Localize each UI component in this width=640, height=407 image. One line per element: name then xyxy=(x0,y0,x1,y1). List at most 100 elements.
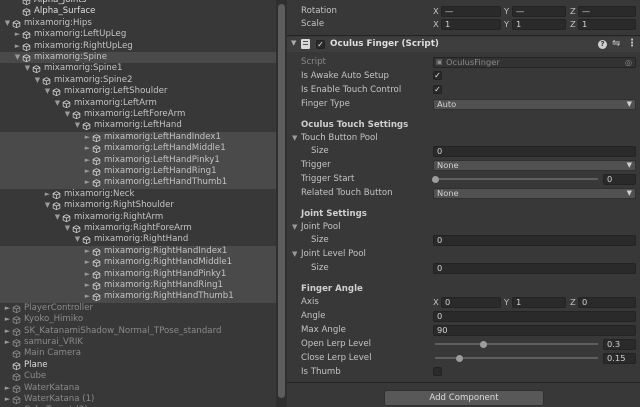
preset-icon[interactable]: ⇋ xyxy=(612,38,620,49)
fold-arrow-icon[interactable]: ▼ xyxy=(291,39,296,47)
touch-pool-row[interactable]: ▼ Touch Button Pool xyxy=(287,131,640,145)
fold-arrow-icon[interactable]: ▼ xyxy=(292,220,297,234)
hierarchy-item[interactable]: ▼ mixamorig:RightArm xyxy=(0,212,276,223)
collapsed-arrow-icon[interactable]: ► xyxy=(43,189,52,200)
hierarchy-item[interactable]: ► mixamorig:RightUpLeg xyxy=(0,41,276,52)
hierarchy-item[interactable]: ► mixamorig:RightHandRing1 xyxy=(0,280,276,292)
expanded-arrow-icon[interactable]: ▼ xyxy=(13,52,22,63)
collapsed-arrow-icon[interactable]: ► xyxy=(3,326,12,337)
hierarchy-item[interactable]: ▼ mixamorig:Spine xyxy=(0,52,276,64)
expanded-arrow-icon[interactable]: ▼ xyxy=(53,212,62,223)
object-picker-icon[interactable]: ◎ xyxy=(625,58,632,67)
script-field[interactable]: ▣ OculusFinger ◎ xyxy=(433,56,636,68)
hierarchy-item[interactable]: ▼ mixamorig:Spine2 xyxy=(0,75,276,86)
hierarchy-item[interactable]: ▼ mixamorig:Hips xyxy=(0,18,276,29)
hierarchy-item[interactable]: ▼ mixamorig:LeftHand xyxy=(0,120,276,131)
collapsed-arrow-icon[interactable]: ► xyxy=(83,155,92,166)
hierarchy-item[interactable]: ▼ mixamorig:LeftArm xyxy=(0,98,276,109)
trigger-start-slider-knob[interactable] xyxy=(431,175,439,183)
hierarchy-item[interactable]: ▼ mixamorig:RightForeArm xyxy=(0,223,276,234)
hierarchy-item[interactable]: ▼ mixamorig:LeftShoulder xyxy=(0,86,276,97)
collapsed-arrow-icon[interactable]: ► xyxy=(3,394,12,405)
finger-type-dropdown[interactable]: Auto ▼ xyxy=(433,98,636,110)
hierarchy-item[interactable]: ▼ mixamorig:Spine1 xyxy=(0,63,276,74)
hierarchy-item[interactable]: ► mixamorig:LeftHandMiddle1 xyxy=(0,143,276,155)
hierarchy-item[interactable]: ► mixamorig:RightHandThumb1 xyxy=(0,291,276,303)
collapsed-arrow-icon[interactable]: ► xyxy=(83,132,92,143)
help-icon[interactable]: ? xyxy=(598,40,607,49)
collapsed-arrow-icon[interactable]: ► xyxy=(3,314,12,325)
collapsed-arrow-icon[interactable]: ► xyxy=(3,303,12,314)
scale-x-field[interactable]: 1 xyxy=(441,18,501,30)
collapsed-arrow-icon[interactable]: ► xyxy=(83,257,92,268)
collapsed-arrow-icon[interactable]: ► xyxy=(83,246,92,257)
expanded-arrow-icon[interactable]: ▼ xyxy=(63,223,72,234)
hierarchy-scrollbar[interactable] xyxy=(276,0,287,407)
hierarchy-item[interactable]: ► mixamorig:Neck xyxy=(0,189,276,200)
hierarchy-item[interactable]: ► mixamorig:RightHandPinky1 xyxy=(0,268,276,280)
rotation-y-field[interactable]: — xyxy=(512,5,566,17)
hierarchy-item[interactable]: ► mixamorig:LeftHandIndex1 xyxy=(0,131,276,144)
hierarchy-item[interactable]: ▼ mixamorig:LeftForeArm xyxy=(0,109,276,120)
expanded-arrow-icon[interactable]: ▼ xyxy=(73,120,82,131)
is-awake-checkbox[interactable]: ✓ xyxy=(433,71,442,80)
axis-z-field[interactable]: 0 xyxy=(578,296,636,308)
hierarchy-item[interactable]: ► mixamorig:LeftUpLeg xyxy=(0,29,276,40)
hierarchy-item[interactable]: ► mixamorig:RightHandIndex1 xyxy=(0,245,276,258)
collapsed-arrow-icon[interactable]: ► xyxy=(83,143,92,154)
hierarchy-item[interactable]: Alpha_Surface xyxy=(0,6,276,17)
hierarchy-item[interactable]: ► Kyoko_Himiko xyxy=(0,314,276,325)
hierarchy-item[interactable]: ► WaterKatana (1) xyxy=(0,394,276,405)
hierarchy-item[interactable]: ► SK_KatanamiShadow_Normal_TPose_standard xyxy=(0,326,276,337)
open-lerp-slider-track[interactable] xyxy=(435,343,598,345)
expanded-arrow-icon[interactable]: ▼ xyxy=(33,75,42,86)
hierarchy-item[interactable]: Cube xyxy=(0,371,276,382)
open-lerp-slider-knob[interactable] xyxy=(480,340,488,348)
is-thumb-checkbox[interactable] xyxy=(433,367,442,376)
touch-pool-size-field[interactable]: 0 xyxy=(433,145,636,157)
close-lerp-field[interactable]: 0.15 xyxy=(603,352,636,364)
hierarchy-item[interactable]: ► samurai_VRIK xyxy=(0,337,276,348)
expanded-arrow-icon[interactable]: ▼ xyxy=(43,200,52,211)
hierarchy-item[interactable]: ► PlayerController xyxy=(0,303,276,314)
expanded-arrow-icon[interactable]: ▼ xyxy=(53,98,62,109)
angle-field[interactable]: 0 xyxy=(433,310,636,322)
related-touch-dropdown[interactable]: None ▼ xyxy=(433,187,636,199)
hierarchy-item[interactable]: ► mixamorig:LeftHandThumb1 xyxy=(0,177,276,189)
hierarchy-item[interactable]: Main Camera xyxy=(0,348,276,359)
hierarchy-item[interactable]: ► mixamorig:LeftHandRing1 xyxy=(0,166,276,178)
joint-level-row[interactable]: ▼ Joint Level Pool xyxy=(287,247,640,261)
collapsed-arrow-icon[interactable]: ► xyxy=(83,291,92,302)
add-component-button[interactable]: Add Component xyxy=(384,390,544,406)
joint-pool-row[interactable]: ▼ Joint Pool xyxy=(287,220,640,234)
fold-arrow-icon[interactable]: ▼ xyxy=(292,247,297,261)
expanded-arrow-icon[interactable]: ▼ xyxy=(73,234,82,245)
expanded-arrow-icon[interactable]: ▼ xyxy=(3,18,12,29)
scrollbar-thumb[interactable] xyxy=(278,4,285,398)
joint-pool-size-field[interactable]: 0 xyxy=(433,234,636,246)
expanded-arrow-icon[interactable]: ▼ xyxy=(23,63,32,74)
expanded-arrow-icon[interactable]: ▼ xyxy=(63,109,72,120)
collapsed-arrow-icon[interactable]: ► xyxy=(83,269,92,280)
scale-z-field[interactable]: 1 xyxy=(578,18,636,30)
fold-arrow-icon[interactable]: ▼ xyxy=(292,131,297,145)
rotation-x-field[interactable]: — xyxy=(441,5,501,17)
is-enable-touch-checkbox[interactable]: ✓ xyxy=(433,85,442,94)
hierarchy-item[interactable]: Plane xyxy=(0,360,276,371)
hierarchy-item[interactable]: ► WaterKatana xyxy=(0,383,276,394)
collapsed-arrow-icon[interactable]: ► xyxy=(3,337,12,348)
component-enabled-checkbox[interactable]: ✓ xyxy=(316,40,325,49)
rotation-z-field[interactable]: — xyxy=(578,5,636,17)
component-header[interactable]: ▼ ✓ Oculus Finger (Script) ? ⇋ ⋮ xyxy=(287,37,640,52)
trigger-dropdown[interactable]: None ▼ xyxy=(433,159,636,171)
axis-x-field[interactable]: 0 xyxy=(441,296,501,308)
trigger-start-field[interactable]: 0 xyxy=(603,173,636,185)
hierarchy-item[interactable]: ► mixamorig:RightHandMiddle1 xyxy=(0,257,276,269)
expanded-arrow-icon[interactable]: ▼ xyxy=(43,86,52,97)
trigger-start-slider-track[interactable] xyxy=(435,178,598,180)
collapsed-arrow-icon[interactable]: ► xyxy=(83,177,92,188)
hierarchy-item[interactable]: ► mixamorig:LeftHandPinky1 xyxy=(0,154,276,166)
collapsed-arrow-icon[interactable]: ► xyxy=(13,41,22,52)
scale-y-field[interactable]: 1 xyxy=(512,18,566,30)
collapsed-arrow-icon[interactable]: ► xyxy=(83,280,92,291)
